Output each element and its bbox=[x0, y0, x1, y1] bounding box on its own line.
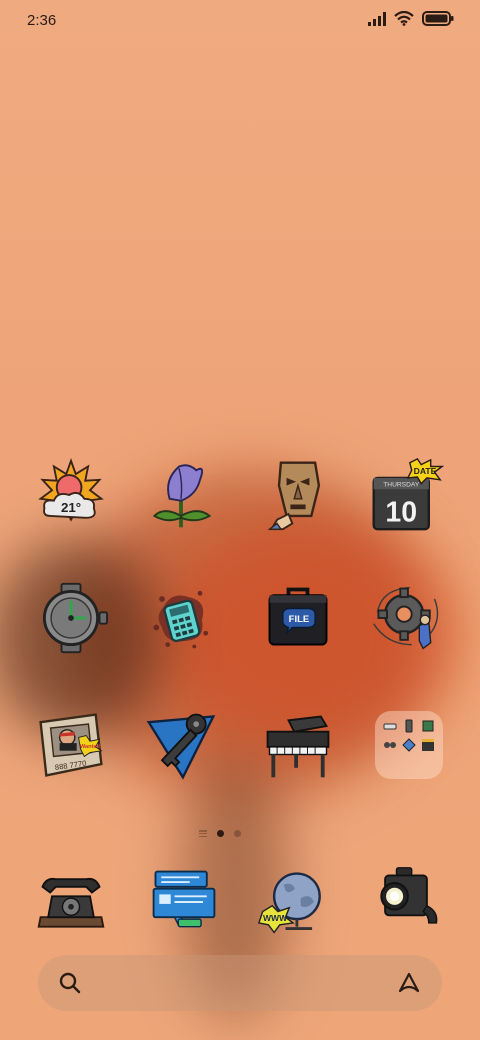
browser-app-icon[interactable]: WWW bbox=[255, 862, 335, 942]
mini-film-icon bbox=[381, 736, 398, 753]
assistant-icon[interactable] bbox=[396, 971, 422, 995]
signal-icon bbox=[368, 11, 386, 26]
app-library-indicator bbox=[199, 830, 207, 837]
mini-tool-icon bbox=[381, 717, 398, 734]
mini-book-icon bbox=[420, 717, 437, 734]
mini-clapper-icon bbox=[420, 736, 437, 753]
mask-app-icon[interactable] bbox=[258, 455, 338, 535]
clock-app-icon[interactable] bbox=[31, 578, 111, 658]
page-indicator[interactable] bbox=[199, 830, 241, 837]
search-bar[interactable] bbox=[38, 955, 442, 1011]
svg-text:WWW: WWW bbox=[263, 913, 288, 923]
piano-app-icon[interactable] bbox=[258, 705, 338, 785]
wifi-icon bbox=[394, 11, 414, 26]
svg-text:THURSDAY: THURSDAY bbox=[383, 481, 420, 488]
svg-text:FILE: FILE bbox=[289, 614, 310, 625]
svg-text:DATE: DATE bbox=[414, 466, 437, 476]
messages-app-icon[interactable] bbox=[144, 862, 224, 942]
svg-text:10: 10 bbox=[385, 497, 417, 529]
svg-text:21°: 21° bbox=[61, 500, 81, 515]
weather-app-icon[interactable]: 21° bbox=[31, 455, 111, 535]
camera-app-icon[interactable] bbox=[366, 862, 446, 942]
key-app-icon[interactable] bbox=[141, 705, 221, 785]
page-dot-2 bbox=[234, 830, 241, 837]
flower-app-icon[interactable] bbox=[141, 455, 221, 535]
calendar-app-icon[interactable]: THURSDAY 10 DATE bbox=[366, 455, 446, 535]
mini-mail-icon bbox=[400, 736, 417, 753]
calculator-app-icon[interactable] bbox=[141, 578, 221, 658]
search-icon[interactable] bbox=[58, 971, 82, 995]
settings-app-icon[interactable] bbox=[366, 578, 446, 658]
wanted-poster-app-icon[interactable]: Wanted 888 7770 bbox=[31, 705, 111, 785]
status-bar: 2:36 bbox=[0, 0, 480, 40]
file-manager-app-icon[interactable]: FILE bbox=[258, 578, 338, 658]
battery-icon bbox=[422, 11, 454, 26]
status-time: 2:36 bbox=[27, 12, 57, 29]
mini-phone-icon bbox=[400, 717, 417, 734]
app-folder[interactable] bbox=[375, 711, 443, 779]
page-dot-1 bbox=[217, 830, 224, 837]
phone-app-icon[interactable] bbox=[31, 862, 111, 942]
svg-text:Wanted: Wanted bbox=[80, 744, 101, 750]
